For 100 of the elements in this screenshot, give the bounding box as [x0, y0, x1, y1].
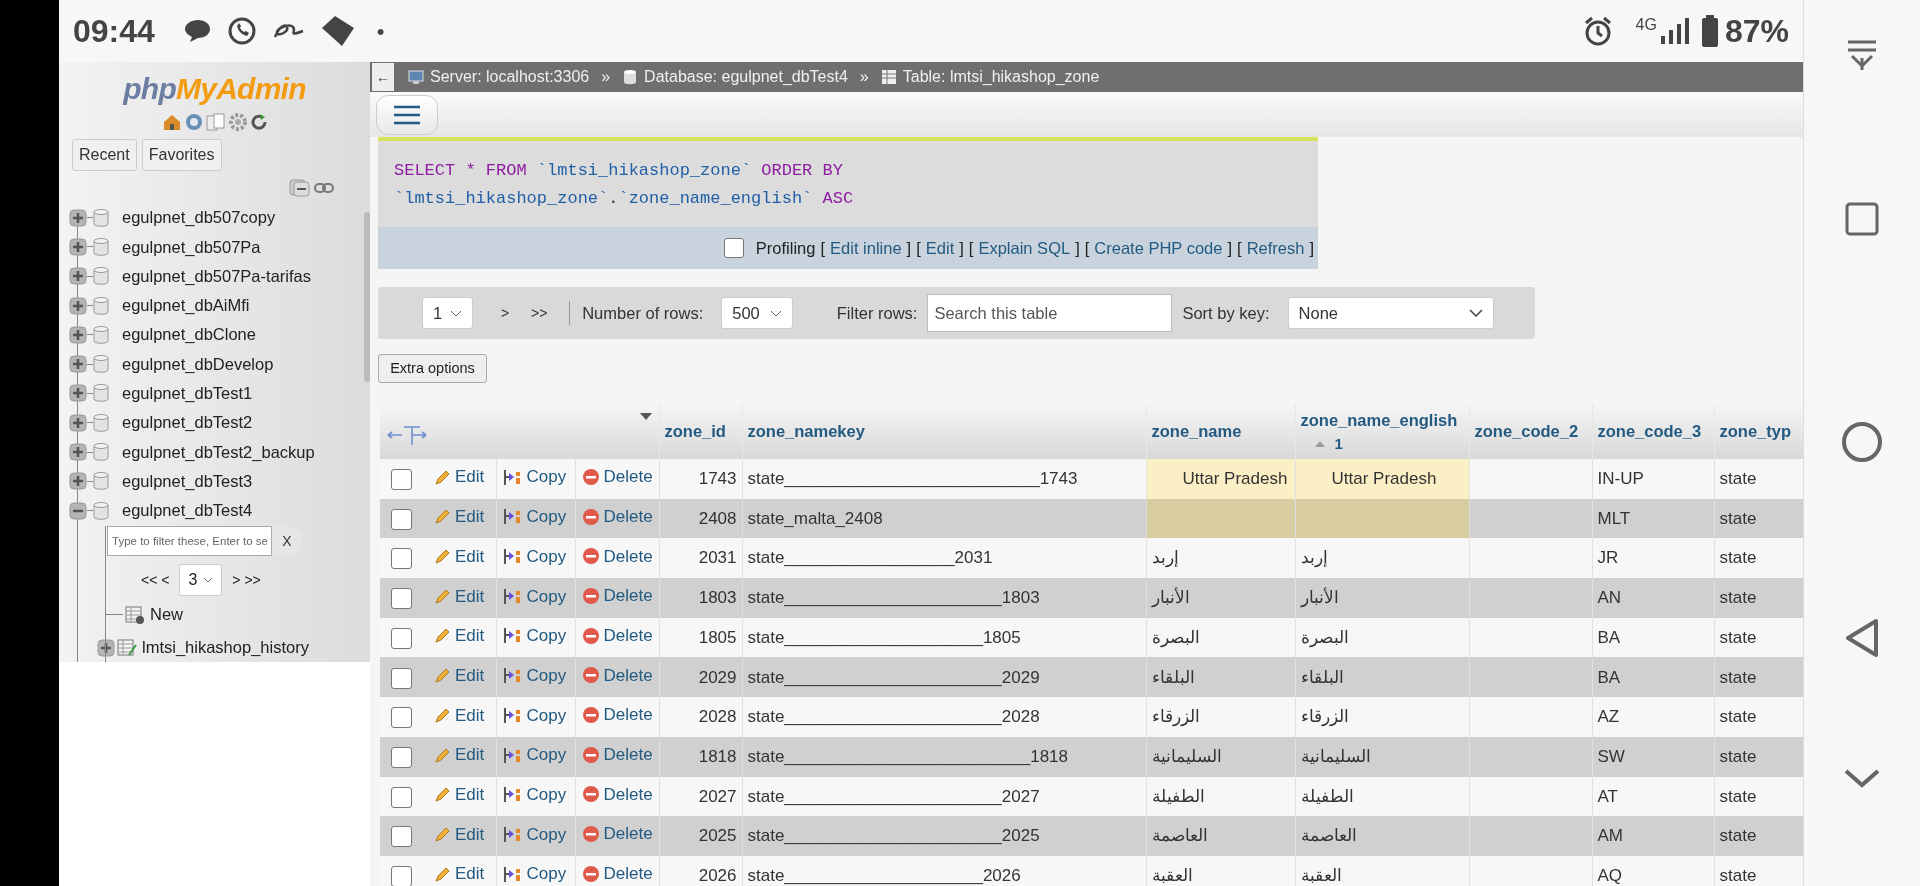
link-icon[interactable] [314, 182, 334, 194]
database-tree-item[interactable]: egulpnet_dbClone [69, 320, 256, 350]
table-cell: السليمانية [1151, 746, 1222, 766]
column-header-link[interactable]: zone_code_3 [1597, 421, 1702, 440]
sql-action-link[interactable]: Explain SQL [978, 235, 1071, 261]
copy-link[interactable]: Copy [502, 543, 567, 570]
delete-link[interactable]: Delete [581, 781, 653, 808]
home-icon[interactable] [161, 113, 182, 131]
sql-action-link[interactable]: Edit [925, 235, 955, 261]
extra-options-button[interactable]: Extra options [378, 354, 487, 383]
sidebar-tab-button[interactable]: Favorites [141, 139, 222, 171]
column-header-link[interactable]: zone_namekey [747, 421, 865, 440]
page-select[interactable]: 1 [422, 297, 474, 329]
edit-link[interactable]: Edit [434, 781, 485, 808]
row-checkbox[interactable] [390, 707, 412, 729]
delete-link[interactable]: Delete [581, 622, 653, 649]
help-icon[interactable] [184, 113, 203, 131]
delete-link[interactable]: Delete [581, 742, 653, 768]
edit-link[interactable]: Edit [434, 821, 485, 848]
sql-action-link[interactable]: Refresh [1246, 235, 1305, 261]
delete-link[interactable]: Delete [581, 821, 653, 847]
row-checkbox[interactable] [390, 667, 412, 689]
column-header-link[interactable]: zone_name [1151, 421, 1242, 440]
collapse-all-icon[interactable] [289, 179, 311, 197]
rows-select[interactable]: 500 [721, 297, 793, 329]
edit-link[interactable]: Edit [434, 543, 485, 570]
copy-link[interactable]: Copy [502, 504, 567, 530]
page-select[interactable]: 3 [179, 564, 223, 597]
column-header-link[interactable]: zone_id [664, 421, 726, 440]
sort-select[interactable]: None [1287, 297, 1494, 329]
last-page-button[interactable]: >> [521, 288, 558, 338]
sort-label: Sort by key: [1182, 302, 1270, 324]
filter-field[interactable]: Type to filter these, Enter to se [107, 526, 272, 557]
table-cell: العاصمة [1300, 826, 1357, 846]
copy-link[interactable]: Copy [502, 861, 567, 886]
database-tree-item[interactable]: egulpnet_dbTest3 [69, 466, 253, 496]
delete-link[interactable]: Delete [581, 583, 653, 609]
sql-action-link[interactable]: Create PHP code [1094, 235, 1223, 261]
column-header-link[interactable]: zone_typ [1719, 421, 1791, 440]
row-checkbox[interactable] [390, 866, 412, 886]
database-tree-item[interactable]: egulpnet_db507Pa [69, 232, 261, 262]
row-checkbox[interactable] [390, 746, 412, 768]
delete-link[interactable]: Delete [581, 543, 653, 570]
edit-link[interactable]: Edit [434, 702, 485, 729]
reload-icon[interactable] [249, 113, 268, 131]
edit-link[interactable]: Edit [434, 464, 485, 490]
database-tree-item[interactable]: egulpnet_dbTest4 [69, 495, 253, 526]
back-button[interactable]: ← [372, 63, 394, 91]
column-header-link[interactable]: zone_code_2 [1474, 421, 1579, 440]
database-tree-item[interactable]: egulpnet_dbTest2_backup [69, 437, 315, 467]
next-page-link[interactable]: > >> [232, 569, 261, 591]
sidebar-tab-button[interactable]: Recent [72, 139, 137, 171]
copy-link[interactable]: Copy [502, 623, 567, 649]
row-checkbox[interactable] [390, 548, 412, 570]
row-checkbox[interactable] [390, 786, 412, 808]
delete-link[interactable]: Delete [581, 662, 653, 689]
row-checkbox[interactable] [390, 588, 412, 610]
copy-link[interactable]: Copy [502, 781, 567, 808]
row-checkbox[interactable] [390, 826, 412, 848]
copy-link[interactable]: Copy [502, 464, 567, 490]
table-tree-item[interactable]: lmtsi_hikashop_history [97, 633, 370, 662]
sql-action-link[interactable]: Edit inline [830, 235, 902, 261]
delete-link[interactable]: Delete [581, 464, 653, 490]
database-tree-item[interactable]: egulpnet_db507copy [69, 203, 276, 233]
copy-link[interactable]: Copy [502, 702, 567, 729]
row-checkbox[interactable] [390, 627, 412, 649]
database-tree-item[interactable]: egulpnet_dbTest1 [69, 378, 253, 409]
dropdown-triangle-icon[interactable] [638, 412, 653, 421]
table-cell: state [1719, 865, 1757, 885]
breadcrumb-link[interactable]: Server: localhost:3306 [430, 65, 590, 89]
edit-link[interactable]: Edit [434, 504, 485, 530]
previous-page-link[interactable]: << < [141, 569, 170, 591]
profiling-checkbox[interactable] [723, 238, 744, 258]
breadcrumb-link[interactable]: Table: lmtsi_hikashop_zone [902, 65, 1100, 89]
copy-link[interactable]: Copy [502, 662, 567, 689]
delete-link[interactable]: Delete [581, 702, 653, 728]
delete-link[interactable]: Delete [581, 861, 653, 886]
database-tree-item[interactable]: egulpnet_dbAiMfi [69, 290, 250, 321]
edit-link[interactable]: Edit [434, 623, 485, 649]
edit-link[interactable]: Edit [434, 662, 485, 689]
delete-link[interactable]: Delete [581, 503, 653, 530]
database-tree-item[interactable]: egulpnet_db507Pa-tarifas [69, 261, 311, 291]
copy-link[interactable]: Copy [502, 821, 567, 848]
row-checkbox[interactable] [390, 508, 412, 530]
row-checkbox[interactable] [390, 469, 412, 491]
database-tree-item[interactable]: egulpnet_dbTest2 [69, 408, 253, 438]
database-tree-item[interactable]: egulpnet_dbDevelop [69, 349, 274, 379]
database-icon [93, 237, 109, 256]
search-field[interactable]: Search this table [927, 294, 1173, 332]
copy-link[interactable]: Copy [502, 742, 567, 768]
edit-link[interactable]: Edit [434, 861, 485, 886]
new-table-item[interactable]: New [97, 600, 370, 630]
column-header-link[interactable]: zone_name_english [1300, 410, 1458, 429]
table-cell: 1803 [698, 588, 737, 608]
edit-link[interactable]: Edit [434, 742, 485, 768]
menu-button[interactable] [376, 94, 438, 135]
breadcrumb-link[interactable]: Database: egulpnet_dbTest4 [644, 65, 848, 89]
edit-link[interactable]: Edit [434, 583, 485, 610]
next-page-button[interactable]: > [489, 288, 522, 338]
copy-link[interactable]: Copy [502, 583, 567, 610]
